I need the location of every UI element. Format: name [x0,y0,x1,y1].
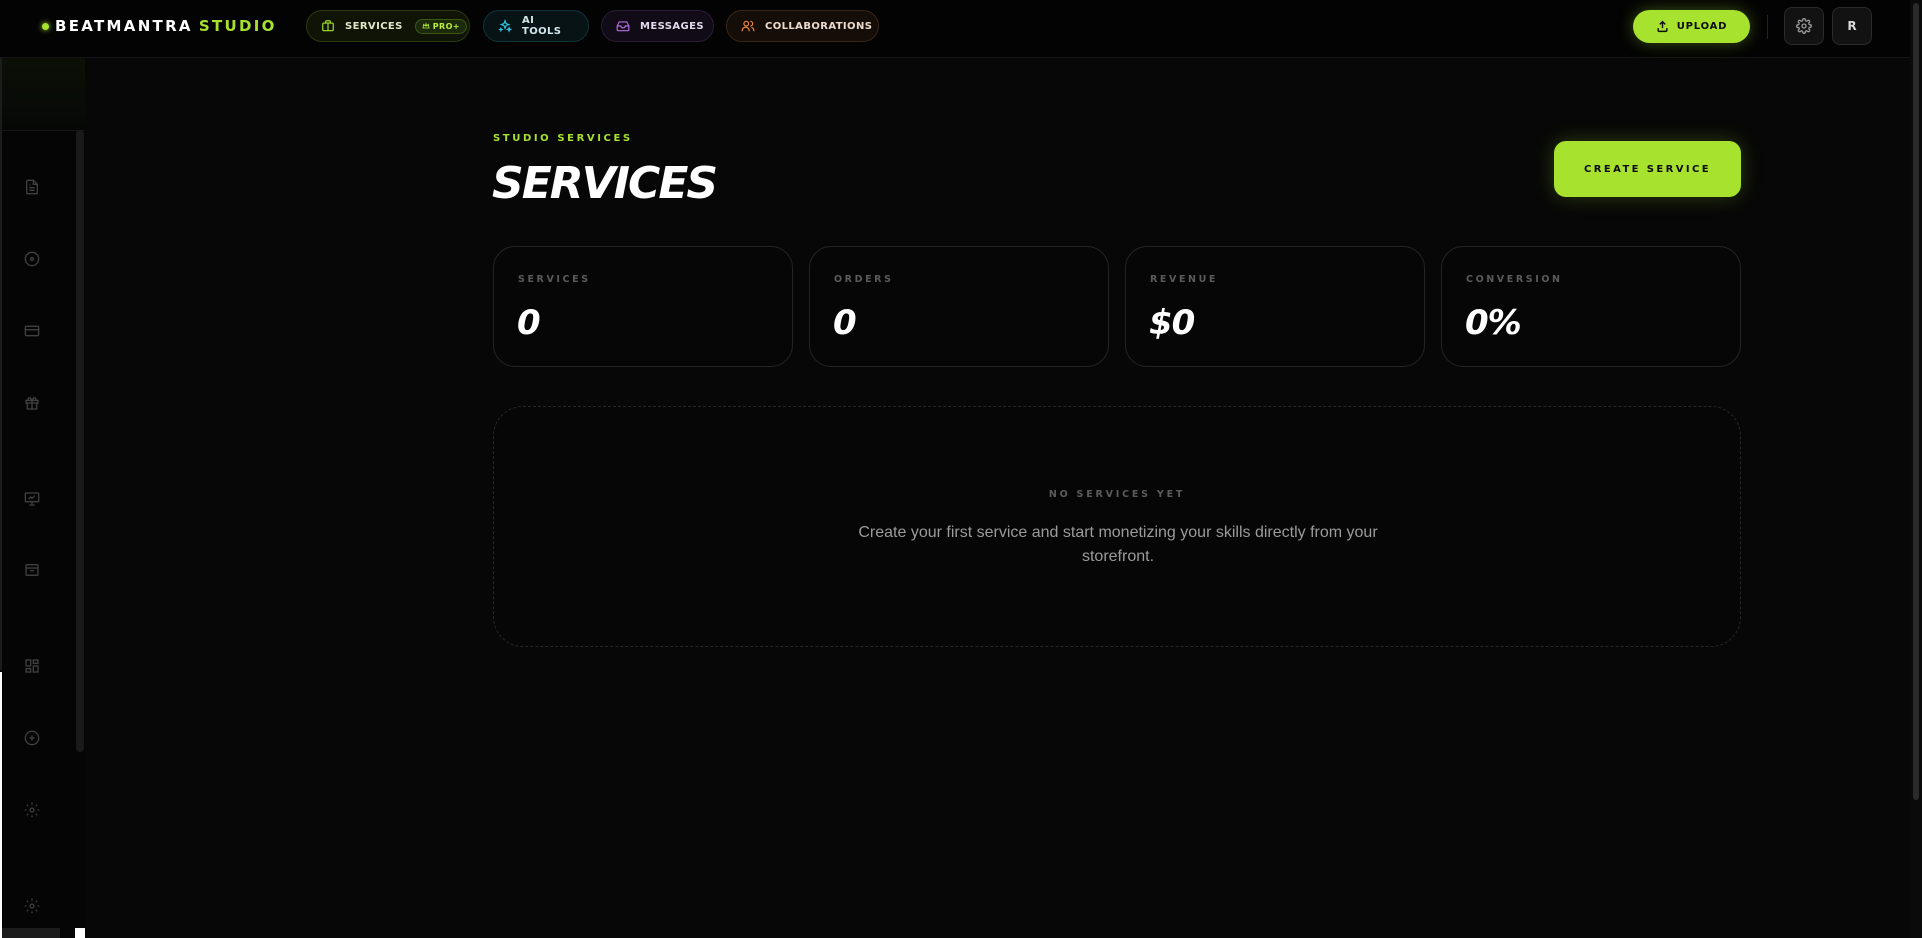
gear-icon [24,802,40,818]
brand-dot [42,22,49,30]
create-service-button[interactable]: CREATE SERVICE [1554,141,1741,197]
sidebar [0,58,85,938]
stat-value: 0% [1465,303,1522,343]
sidebar-item-archive[interactable] [24,562,40,578]
top-bar: BEATMANTRA STUDIO SERVICES PRO+ AI TOOLS… [0,0,1910,58]
stat-value: 0 [517,303,541,343]
users-icon [741,20,755,32]
nav-collaborations-label: COLLABORATIONS [765,20,873,32]
pro-plus-badge: PRO+ [414,18,467,34]
inbox-icon [616,21,630,32]
window-corner [75,928,85,938]
header-divider [1767,15,1768,39]
upload-button[interactable]: UPLOAD [1633,10,1750,43]
empty-state-title: NO SERVICES YET [1048,489,1186,500]
nav-services-label: SERVICES [345,20,403,32]
nav-messages-label: MESSAGES [640,20,704,32]
presentation-icon [24,492,40,506]
empty-state-description: Create your first service and start mone… [858,524,1378,565]
stat-card-services: SERVICES 0 [493,246,793,367]
stat-value: $0 [1149,303,1195,343]
sidebar-header [2,58,85,131]
sidebar-item-add[interactable] [24,730,40,746]
sidebar-scrollbar[interactable] [76,130,84,752]
nav-collaborations[interactable]: COLLABORATIONS [726,10,879,42]
sparkles-icon [498,19,512,33]
stat-label: SERVICES [518,274,591,285]
upload-icon [1657,20,1668,33]
disc-icon [24,251,40,267]
page-title: SERVICES [492,158,718,209]
stat-label: ORDERS [834,274,894,285]
stat-value: 0 [833,303,857,343]
stat-card-orders: ORDERS 0 [809,246,1109,367]
nav-ai-tools-label: AI TOOLS [522,15,562,37]
sidebar-footer [2,928,60,938]
gear-icon [1796,18,1812,34]
briefcase-icon [322,20,334,32]
crown-icon [422,22,430,29]
brand-name: BEATMANTRA [55,17,193,35]
sidebar-item-releases[interactable] [24,251,40,267]
gift-icon [25,397,39,410]
user-avatar[interactable]: R [1832,7,1872,45]
nav-ai-tools[interactable]: AI TOOLS [483,10,589,42]
brand-logo[interactable]: BEATMANTRA STUDIO [42,17,277,35]
brand-suffix: STUDIO [198,17,277,35]
sidebar-item-preferences[interactable] [24,898,40,914]
sidebar-item-presentations[interactable] [24,491,40,507]
archive-icon [25,564,39,576]
gear-icon [24,898,40,914]
sidebar-item-rewards[interactable] [24,395,40,411]
settings-button[interactable] [1784,7,1824,45]
empty-state: NO SERVICES YET Create your first servic… [493,406,1741,647]
sidebar-item-payments[interactable] [24,323,40,339]
plus-circle-icon [24,730,40,746]
sidebar-item-settings[interactable] [24,802,40,818]
stat-label: REVENUE [1150,274,1219,285]
stat-card-conversion: CONVERSION 0% [1441,246,1741,367]
stat-card-revenue: REVENUE $0 [1125,246,1425,367]
window-edge [0,672,2,938]
sidebar-item-documents[interactable] [24,179,40,195]
page-scrollbar-thumb[interactable] [1913,3,1919,800]
grid-icon [25,659,39,673]
page-eyebrow: STUDIO SERVICES [493,133,633,144]
pro-plus-badge-label: PRO+ [432,21,460,31]
nav-services[interactable]: SERVICES PRO+ [306,10,470,42]
document-icon [26,179,38,195]
sidebar-item-dashboard[interactable] [24,658,40,674]
stat-label: CONVERSION [1466,274,1563,285]
sidebar-edge [0,58,2,670]
upload-label: UPLOAD [1676,21,1728,32]
nav-messages[interactable]: MESSAGES [601,10,714,42]
credit-card-icon [24,325,40,337]
